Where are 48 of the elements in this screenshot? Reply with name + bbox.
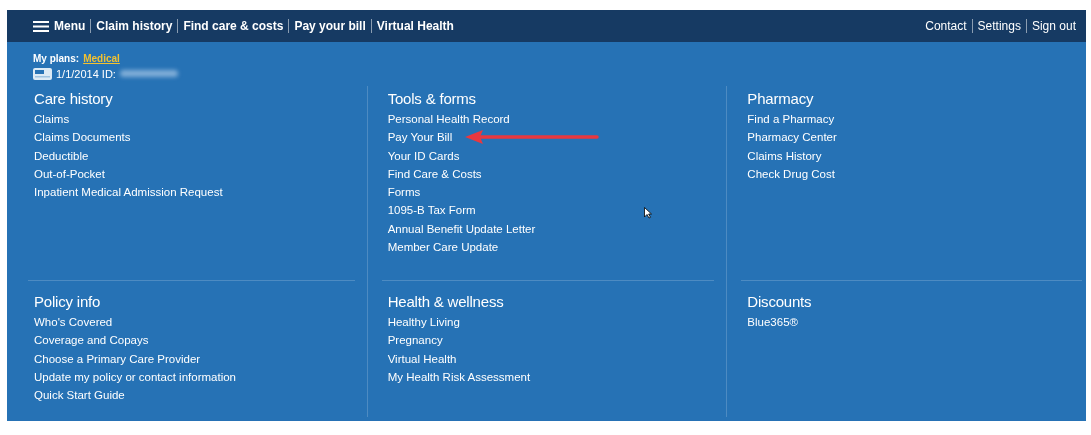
nav-link[interactable]: Settings [977,19,1021,33]
menu-link[interactable]: Quick Start Guide [34,386,125,405]
menu-link[interactable]: Member Care Update [387,238,499,257]
menu-link[interactable]: Find Care & Costs [387,164,482,184]
nav-link[interactable]: Sign out [1031,19,1076,33]
menu-link[interactable]: Claims History [747,146,822,165]
menu-link[interactable]: Pregnancy [387,331,443,350]
menu-link[interactable]: Choose a Primary Care Provider [34,349,201,368]
section-heading: Tools & forms [387,90,477,107]
nav-link[interactable]: Contact [925,19,967,33]
menu-link[interactable]: 1095-B Tax Form [387,201,476,220]
nav-link[interactable]: Find care & costs [183,19,284,33]
section-heading: Pharmacy [747,90,815,107]
menu-link[interactable]: Annual Benefit Update Letter [387,219,536,239]
menu-link[interactable]: Healthy Living [387,313,460,332]
menu-link[interactable]: Pay Your Bill [387,128,453,147]
menu-link[interactable]: Blue365® [747,313,798,332]
nav-link[interactable]: Claim history [96,19,173,33]
menu-link[interactable]: Forms [387,183,421,202]
menu-icon [33,20,49,32]
section-heading: Policy info [34,293,102,310]
redacted-id [119,70,178,77]
menu-link[interactable]: Find a Pharmacy [747,110,835,129]
menu-link[interactable]: Check Drug Cost [747,164,835,184]
plan-link[interactable]: Medical [83,53,120,64]
menu-link[interactable]: Deductible [34,146,89,165]
nav-link[interactable]: Pay your bill [294,19,366,33]
menu-link[interactable]: Virtual Health [387,349,457,368]
cursor-icon [644,207,652,219]
menu-button[interactable]: Menu [33,19,86,33]
section-heading: Care history [34,90,114,107]
menu-link[interactable]: Personal Health Record [387,110,510,129]
menu-link[interactable]: Out-of-Pocket [34,164,105,184]
menu-link[interactable]: Claims [34,110,70,129]
nav-link[interactable]: Virtual Health [376,19,454,33]
menu-link[interactable]: Who's Covered [34,313,113,332]
section-heading: Health & wellness [387,293,505,310]
menu-link[interactable]: Update my policy or contact information [34,367,236,387]
menu-link[interactable]: My Health Risk Assessment [387,367,531,387]
menu-link[interactable]: Inpatient Medical Admission Request [34,183,223,202]
menu-link[interactable]: Coverage and Copays [34,331,149,350]
plans-label: My plans: [33,53,80,64]
plan-date-id: 1/1/2014 ID: [56,67,116,80]
section-heading: Discounts [747,293,813,310]
menu-link[interactable]: Your ID Cards [387,146,460,165]
id-card-icon [33,67,52,80]
menu-link[interactable]: Claims Documents [34,128,131,147]
menu-link[interactable]: Pharmacy Center [747,128,837,147]
